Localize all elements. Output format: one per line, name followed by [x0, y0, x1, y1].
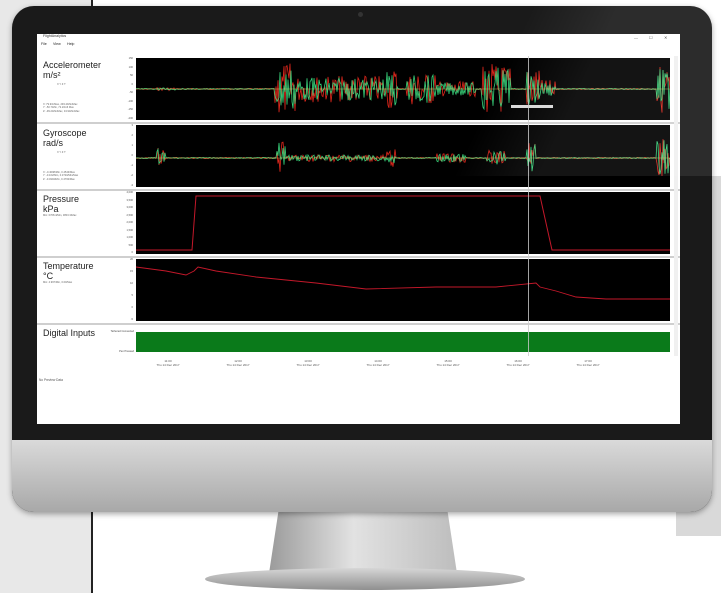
- accelerometer-unit: m/s²: [43, 70, 61, 80]
- vertical-scrollbar[interactable]: [674, 56, 678, 356]
- gyroscope-stat: Z: -0.4994/Min, 0.4793/Max: [43, 177, 75, 181]
- y-tick-label: 10: [130, 282, 133, 285]
- time-cursor[interactable]: [528, 56, 529, 356]
- y-tick-label: 3,000: [126, 206, 134, 209]
- y-tick-label: -3: [130, 184, 133, 187]
- y-tick-label: 100: [128, 65, 133, 69]
- temperature-title: Temperature: [43, 261, 94, 271]
- y-tick-label: 2,500: [126, 213, 134, 217]
- monitor-chin: [12, 440, 712, 512]
- x-tick-label: 15:00 Thu 14 Dec 2017: [436, 359, 460, 367]
- trace-y: [135, 140, 671, 175]
- pressure-trace: [136, 195, 670, 251]
- monitor-stand-base: [205, 568, 525, 590]
- x-tick-label: 17:00 Thu 14 Dec 2017: [576, 359, 600, 367]
- close-button[interactable]: ✕: [664, 35, 667, 40]
- temperature-line: [135, 266, 670, 300]
- selection-marker: [511, 105, 553, 108]
- y-tick-label: -1: [130, 164, 133, 167]
- accelerometer-label: Accelerometer m/s² X Y Z T X: 79.9/1/Max…: [43, 60, 101, 113]
- x-tick-label: 11:00 Thu 14 Dec 2017: [156, 359, 180, 367]
- pressure-title: Pressure: [43, 194, 80, 204]
- menu-view[interactable]: View: [53, 42, 61, 46]
- menu-help[interactable]: Help: [67, 42, 74, 46]
- maximize-button[interactable]: ☐: [649, 35, 653, 40]
- temperature-label: Temperature °C Min: 4.997/Min, 0.00/Max: [43, 261, 94, 285]
- y-tick-label: 20: [130, 258, 133, 261]
- x-tick-label: 12:00 Thu 14 Dec 2017: [226, 359, 250, 367]
- y-tick-label: 0: [131, 306, 133, 309]
- y-tick-label: 4,000: [126, 191, 134, 194]
- temperature-trace: [135, 266, 670, 300]
- gyroscope-title: Gyroscope: [43, 128, 87, 138]
- panel-separator: [37, 189, 680, 191]
- temperature-unit: °C: [43, 271, 54, 281]
- accelerometer-plot[interactable]: [135, 58, 671, 120]
- digital-inputs-fill: [136, 332, 670, 352]
- y-tick-label: 500: [128, 243, 133, 247]
- accelerometer-title: Accelerometer: [43, 60, 102, 70]
- title-bar: FlightAnalytics — ☐ ✕: [37, 34, 680, 41]
- panel-separator: [37, 323, 680, 325]
- temperature-plot[interactable]: [135, 259, 670, 321]
- minimize-button[interactable]: —: [634, 35, 638, 40]
- digital-row-label: Tethered Connected: [110, 330, 134, 333]
- pressure-unit: kPa: [43, 204, 59, 214]
- accelerometer-stat: Z: -99.2/Min/Max, 34.9/Min/Max: [43, 109, 80, 113]
- menu-bar: File View Help: [37, 42, 680, 48]
- panel-separator: [37, 122, 680, 124]
- y-tick-label: 50: [130, 74, 133, 78]
- pressure-stat: Min: 0708.4/Min, 3803.3/Max: [43, 214, 77, 217]
- gyroscope-label: Gyroscope rad/s X Y Z T X: -0.4098/Min, …: [43, 128, 87, 181]
- trace-x: [135, 63, 671, 113]
- y-tick-label: -2: [130, 174, 133, 177]
- window-title: FlightAnalytics: [43, 34, 67, 38]
- gyroscope-unit: rad/s: [43, 138, 64, 148]
- y-tick-label: 2: [131, 134, 133, 137]
- pressure-label: Pressure kPa Min: 0708.4/Min, 3803.3/Max: [43, 194, 79, 218]
- y-tick-label: -50: [129, 91, 133, 95]
- status-text: No Preview Data: [39, 378, 63, 382]
- y-tick-label: -150: [127, 108, 133, 112]
- y-tick-label: 0: [131, 154, 133, 157]
- y-tick-label: 3: [131, 124, 133, 127]
- y-tick-label: -5: [130, 318, 133, 321]
- pressure-plot[interactable]: [136, 192, 670, 254]
- y-tick-label: 1,500: [126, 228, 134, 232]
- menu-file[interactable]: File: [41, 42, 47, 46]
- app-window: FlightAnalytics — ☐ ✕ File View Help Acc…: [37, 34, 680, 424]
- x-tick-label: 14:00 Thu 14 Dec 2017: [366, 359, 390, 367]
- panel-separator: [37, 256, 680, 258]
- y-tick-label: 150: [128, 57, 133, 60]
- y-tick-label: 2,000: [126, 221, 134, 224]
- digital-inputs-plot[interactable]: [136, 326, 670, 356]
- x-tick-label: 16:00 Thu 14 Dec 2017: [506, 359, 530, 367]
- accelerometer-trace: [135, 63, 671, 113]
- digital-row-label: Pen Pressed: [119, 350, 134, 353]
- y-tick-label: 1,000: [126, 236, 134, 239]
- gyroscope-plot[interactable]: [135, 125, 671, 187]
- y-tick-label: 3,500: [126, 198, 134, 202]
- y-tick-label: 5: [131, 294, 133, 297]
- y-tick-label: -200: [127, 117, 133, 120]
- y-tick-label: 0: [131, 251, 133, 254]
- webcam-icon: [358, 12, 363, 17]
- x-tick-label: 13:00 Thu 14 Dec 2017: [296, 359, 320, 367]
- y-tick-label: 0: [131, 82, 133, 86]
- temperature-stat: Min: 4.997/Min, 0.00/Max: [43, 281, 73, 284]
- y-tick-label: 1: [131, 144, 133, 147]
- pressure-line: [136, 195, 670, 251]
- y-tick-label: 15: [130, 270, 133, 273]
- y-tick-label: -100: [127, 99, 133, 103]
- gyroscope-trace: [135, 139, 671, 176]
